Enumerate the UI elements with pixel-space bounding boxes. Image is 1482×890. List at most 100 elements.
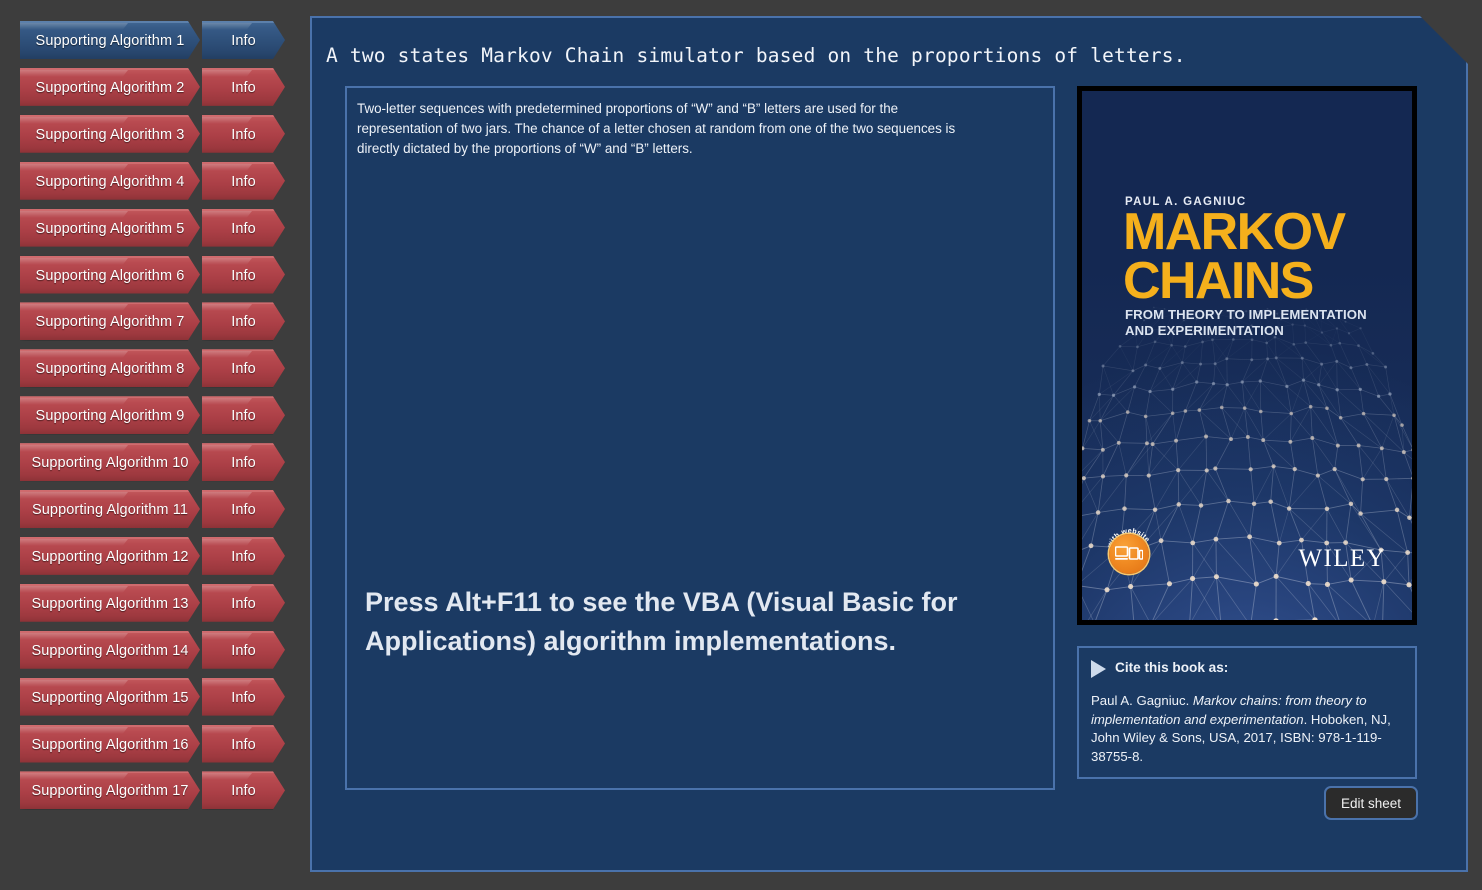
sidebar-item-label: Supporting Algorithm 10 — [31, 455, 189, 472]
citation-author: Paul A. Gagniuc. — [1091, 693, 1190, 708]
info-button-algorithm-6[interactable]: Info — [202, 255, 285, 294]
sidebar-item-algorithm-16[interactable]: Supporting Algorithm 16 — [20, 724, 200, 763]
sidebar-item-label: Supporting Algorithm 2 — [35, 79, 185, 96]
publisher-logo: WILEY — [1298, 545, 1386, 572]
info-button-algorithm-2[interactable]: Info — [202, 67, 285, 106]
info-button-label: Info — [231, 502, 256, 518]
info-button-label: Info — [231, 126, 256, 143]
vba-instruction-text: Press Alt+F11 to see the VBA (Visual Bas… — [365, 587, 958, 656]
algorithm-sidebar: Supporting Algorithm 1 Info Supporting Alg… — [0, 0, 300, 890]
description-text: Two-letter sequences with predetermined … — [357, 101, 956, 156]
algorithm-row: Supporting Algorithm 1 Info — [20, 21, 285, 59]
citation-text: Paul A. Gagniuc. Markov chains: from the… — [1091, 692, 1401, 766]
info-button-label: Info — [231, 548, 256, 565]
sidebar-item-algorithm-7[interactable]: Supporting Algorithm 7 — [20, 302, 200, 341]
algorithm-row: Supporting Algorithm 11 Info — [20, 490, 285, 528]
sidebar-item-label: Supporting Algorithm 5 — [35, 220, 185, 237]
info-button-algorithm-9[interactable]: Info — [202, 396, 285, 435]
algorithm-row: Supporting Algorithm 6 Info — [20, 255, 285, 294]
sidebar-item-algorithm-17[interactable]: Supporting Algorithm 17 — [20, 771, 200, 810]
sidebar-item-label: Supporting Algorithm 9 — [35, 408, 185, 425]
algorithm-row: Supporting Algorithm 3 Info — [20, 114, 285, 153]
info-button-label: Info — [231, 314, 256, 331]
sidebar-item-algorithm-15[interactable]: Supporting Algorithm 15 — [20, 677, 200, 716]
devices-icon — [1115, 546, 1143, 560]
info-button-label: Info — [231, 736, 256, 753]
info-button-label: Info — [231, 783, 256, 800]
application-window: Supporting Algorithm 1 Info Supporting Alg… — [0, 0, 1482, 890]
info-button-algorithm-4[interactable]: Info — [202, 161, 285, 200]
algorithm-row: Supporting Algorithm 17 Info — [20, 771, 285, 810]
sidebar-item-algorithm-14[interactable]: Supporting Algorithm 14 — [20, 630, 200, 669]
sidebar-item-label: Supporting Algorithm 14 — [31, 642, 189, 659]
info-button-algorithm-15[interactable]: Info — [202, 677, 285, 716]
info-button-algorithm-1[interactable]: Info — [202, 21, 285, 59]
citation-box: Cite this book as: Paul A. Gagniuc. Mark… — [1077, 646, 1417, 779]
with-website-badge-icon: with website — [1106, 526, 1154, 574]
sidebar-item-label: Supporting Algorithm 16 — [31, 736, 189, 753]
sidebar-item-label: Supporting Algorithm 17 — [31, 783, 189, 800]
sidebar-item-algorithm-6[interactable]: Supporting Algorithm 6 — [20, 255, 200, 294]
info-button-label: Info — [231, 220, 256, 237]
info-button-label: Info — [231, 689, 256, 706]
info-button-label: Info — [231, 642, 256, 659]
sidebar-item-algorithm-9[interactable]: Supporting Algorithm 9 — [20, 396, 200, 435]
edit-sheet-button[interactable]: Edit sheet — [1324, 786, 1418, 820]
sidebar-item-label: Supporting Algorithm 13 — [31, 595, 189, 612]
algorithm-row: Supporting Algorithm 4 Info — [20, 161, 285, 200]
book-title: MARKOV CHAINS — [1123, 203, 1346, 310]
algorithm-row: Supporting Algorithm 13 Info — [20, 583, 285, 622]
sidebar-item-label: Supporting Algorithm 8 — [35, 361, 185, 378]
info-button-algorithm-13[interactable]: Info — [202, 583, 285, 622]
algorithm-row: Supporting Algorithm 16 Info — [20, 724, 285, 763]
sidebar-item-label: Supporting Algorithm 7 — [35, 314, 185, 331]
sidebar-item-label: Supporting Algorithm 12 — [31, 548, 189, 565]
sidebar-item-algorithm-3[interactable]: Supporting Algorithm 3 — [20, 114, 200, 153]
sidebar-item-algorithm-11[interactable]: Supporting Algorithm 11 — [20, 490, 200, 528]
sidebar-item-label: Supporting Algorithm 3 — [35, 126, 185, 143]
info-button-algorithm-14[interactable]: Info — [202, 630, 285, 669]
algorithm-row: Supporting Algorithm 10 Info — [20, 443, 285, 482]
info-button-label: Info — [231, 361, 256, 378]
info-button-label: Info — [231, 595, 256, 612]
sidebar-item-algorithm-12[interactable]: Supporting Algorithm 12 — [20, 536, 200, 575]
sidebar-item-algorithm-5[interactable]: Supporting Algorithm 5 — [20, 208, 200, 247]
info-button-algorithm-3[interactable]: Info — [202, 114, 285, 153]
sidebar-item-label: Supporting Algorithm 1 — [35, 33, 185, 49]
main-panel: A two states Markov Chain simulator base… — [310, 16, 1468, 872]
algorithm-row: Supporting Algorithm 12 Info — [20, 536, 285, 575]
algorithm-row: Supporting Algorithm 15 Info — [20, 677, 285, 716]
sidebar-item-algorithm-2[interactable]: Supporting Algorithm 2 — [20, 67, 200, 106]
book-title-line-1: MARKOV — [1123, 203, 1346, 261]
sidebar-item-label: Supporting Algorithm 4 — [35, 173, 185, 190]
info-button-algorithm-5[interactable]: Info — [202, 208, 285, 247]
book-cover-image: PAUL A. GAGNIUC MARKOV CHAINS FROM THEOR… — [1077, 86, 1417, 625]
sidebar-item-label: Supporting Algorithm 15 — [31, 689, 189, 706]
sidebar-item-algorithm-13[interactable]: Supporting Algorithm 13 — [20, 583, 200, 622]
sidebar-item-label: Supporting Algorithm 6 — [35, 267, 185, 284]
info-button-algorithm-16[interactable]: Info — [202, 724, 285, 763]
info-button-algorithm-7[interactable]: Info — [202, 302, 285, 341]
info-button-label: Info — [231, 408, 256, 425]
book-subtitle: FROM THEORY TO IMPLEMENTATION AND EXPERI… — [1125, 307, 1367, 338]
sidebar-item-algorithm-4[interactable]: Supporting Algorithm 4 — [20, 161, 200, 200]
sidebar-item-algorithm-8[interactable]: Supporting Algorithm 8 — [20, 349, 200, 388]
algorithm-row: Supporting Algorithm 2 Info — [20, 67, 285, 106]
info-button-algorithm-10[interactable]: Info — [202, 443, 285, 482]
sidebar-item-algorithm-1[interactable]: Supporting Algorithm 1 — [20, 21, 200, 59]
info-button-label: Info — [231, 173, 256, 190]
book-title-line-2: CHAINS — [1123, 252, 1314, 310]
algorithm-row: Supporting Algorithm 9 Info — [20, 396, 285, 435]
content-box: Two-letter sequences with predetermined … — [345, 86, 1055, 790]
info-button-algorithm-12[interactable]: Info — [202, 536, 285, 575]
info-button-algorithm-17[interactable]: Info — [202, 771, 285, 810]
algorithm-row: Supporting Algorithm 8 Info — [20, 349, 285, 388]
algorithm-row: Supporting Algorithm 7 Info — [20, 302, 285, 341]
info-button-algorithm-11[interactable]: Info — [202, 490, 285, 528]
page-title: A two states Markov Chain simulator base… — [326, 44, 1186, 67]
sidebar-item-algorithm-10[interactable]: Supporting Algorithm 10 — [20, 443, 200, 482]
info-button-algorithm-8[interactable]: Info — [202, 349, 285, 388]
info-button-label: Info — [231, 267, 256, 284]
citation-heading: Cite this book as: — [1115, 660, 1229, 675]
algorithm-row: Supporting Algorithm 5 Info — [20, 208, 285, 247]
